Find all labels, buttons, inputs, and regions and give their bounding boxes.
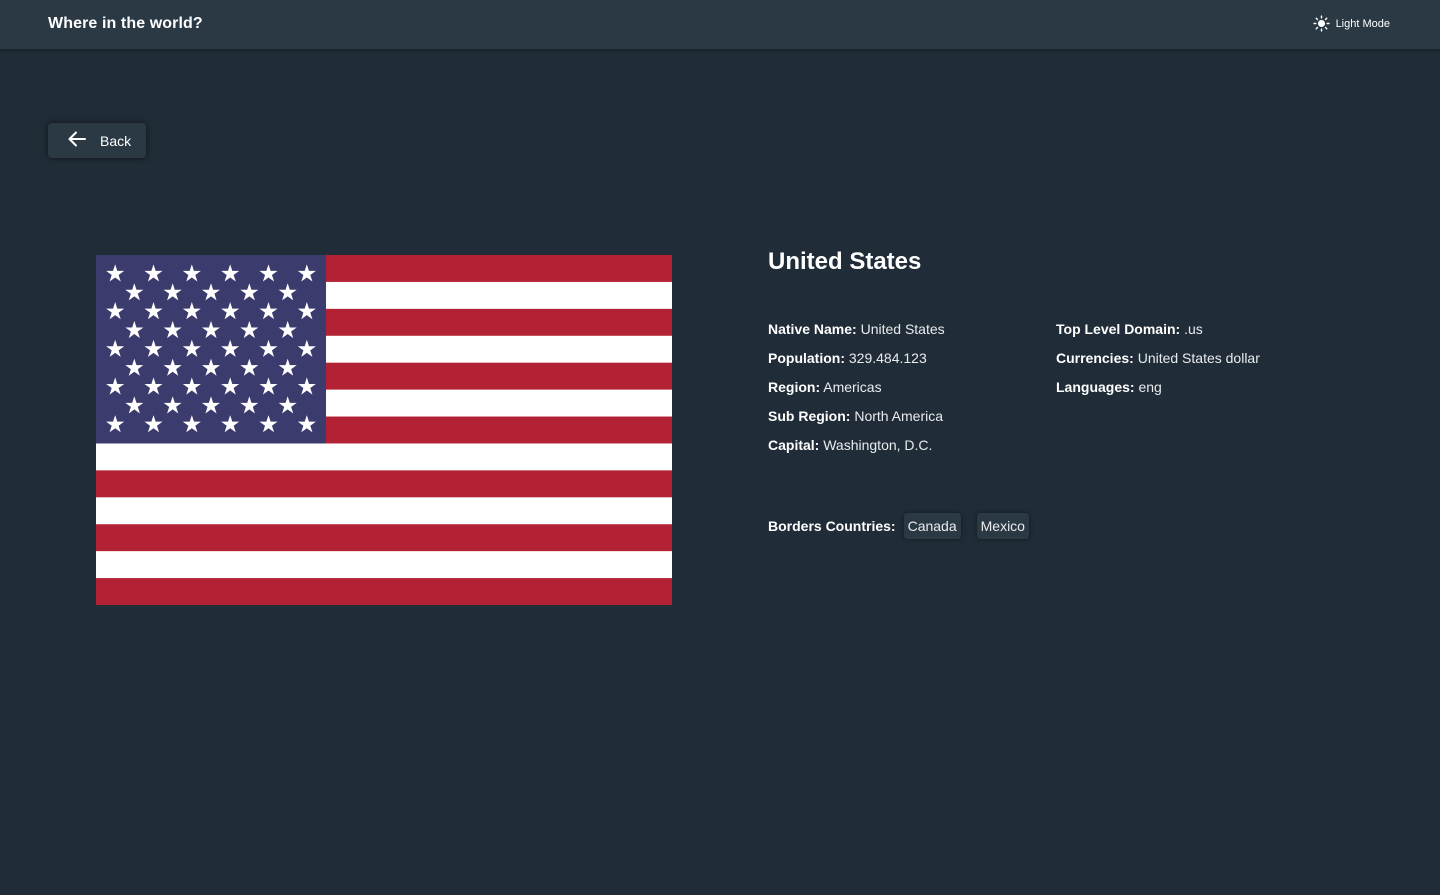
sun-icon <box>1312 15 1330 32</box>
border-countries-label: Borders Countries: <box>768 518 896 534</box>
border-countries: Borders Countries: Canada Mexico <box>768 513 1045 539</box>
arrow-left-icon <box>68 131 86 150</box>
detail-label: Population: <box>768 350 845 366</box>
detail-label: Languages: <box>1056 379 1135 395</box>
top-header: Where in the world? Light Mode <box>0 0 1440 50</box>
detail-languages: Languages: eng <box>1056 378 1260 407</box>
detail-value: 329.484.123 <box>848 350 927 366</box>
detail-native-name: Native Name: United States <box>768 320 945 349</box>
detail-value: North America <box>854 408 944 424</box>
detail-value: .us <box>1184 321 1203 337</box>
detail-value: Washington, D.C. <box>823 437 933 453</box>
app-title: Where in the world? <box>48 15 203 32</box>
country-name: United States <box>768 248 922 275</box>
detail-capital: Capital: Washington, D.C. <box>768 436 945 465</box>
detail-value: United States <box>860 321 945 337</box>
detail-label: Sub Region: <box>768 408 851 424</box>
detail-value: United States dollar <box>1137 350 1260 366</box>
details-primary: Native Name: United States Population: 3… <box>768 320 945 465</box>
detail-label: Region: <box>768 379 821 395</box>
detail-label: Currencies: <box>1056 350 1134 366</box>
detail-value: Americas <box>823 379 882 395</box>
border-country-chip[interactable]: Mexico <box>976 513 1029 539</box>
border-country-chip[interactable]: Canada <box>903 513 961 539</box>
detail-region: Region: Americas <box>768 378 945 407</box>
detail-label: Capital: <box>768 437 820 453</box>
country-flag-image <box>96 255 672 606</box>
back-button-label: Back <box>100 132 132 149</box>
detail-population: Population: 329.484.123 <box>768 349 945 378</box>
detail-top-level-domain: Top Level Domain: .us <box>1056 320 1260 349</box>
details-secondary: Top Level Domain: .us Currencies: United… <box>1056 320 1260 407</box>
detail-currencies: Currencies: United States dollar <box>1056 349 1260 378</box>
detail-sub-region: Sub Region: North America <box>768 407 945 436</box>
theme-toggle-button[interactable]: Light Mode <box>1312 15 1390 32</box>
detail-label: Top Level Domain: <box>1056 321 1181 337</box>
detail-value: eng <box>1138 379 1162 395</box>
back-button[interactable]: Back <box>48 123 146 158</box>
detail-label: Native Name: <box>768 321 857 337</box>
theme-toggle-label: Light Mode <box>1335 17 1390 30</box>
